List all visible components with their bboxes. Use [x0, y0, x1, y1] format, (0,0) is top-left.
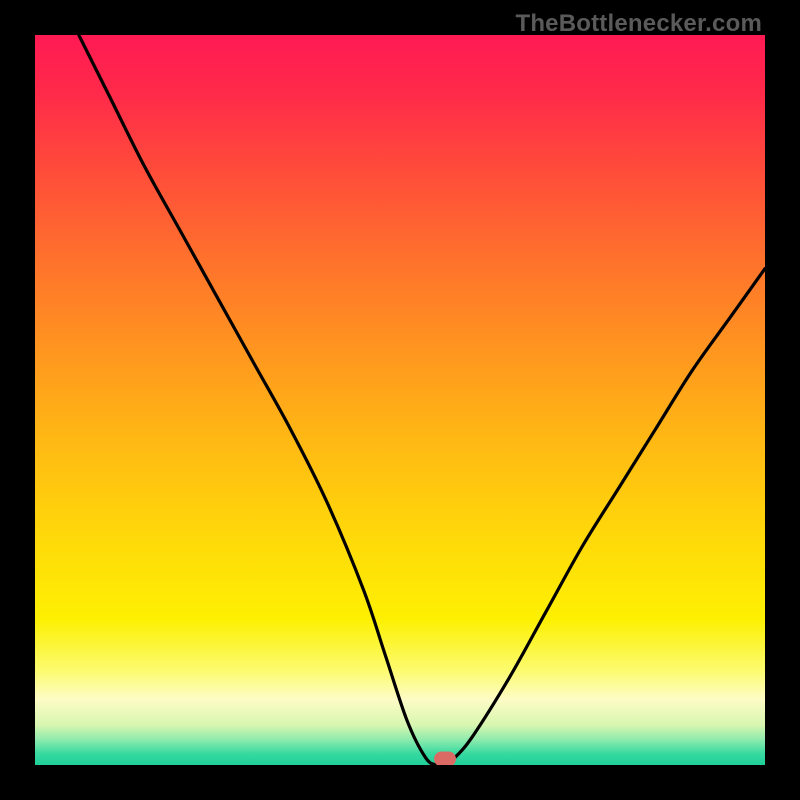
optimal-point-marker	[434, 752, 456, 766]
site-watermark: TheBottlenecker.com	[515, 10, 762, 38]
chart-frame: TheBottlenecker.com	[0, 0, 800, 800]
bottleneck-curve	[35, 35, 765, 765]
plot-area	[35, 35, 765, 765]
